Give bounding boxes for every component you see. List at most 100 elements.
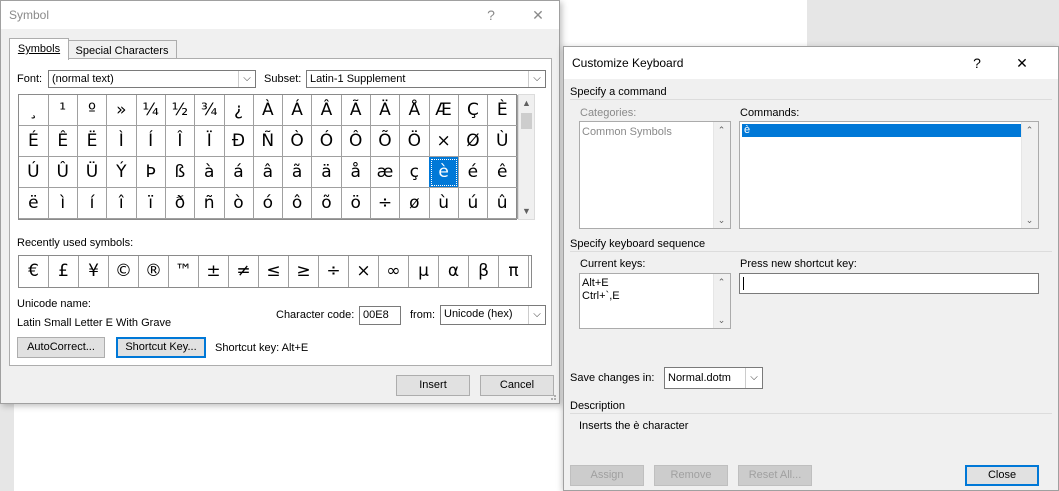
- symbol-cell[interactable]: ¿: [224, 95, 254, 126]
- symbol-cell[interactable]: ì: [48, 188, 79, 219]
- remove-button[interactable]: Remove: [654, 465, 728, 486]
- character-code-input[interactable]: 00E8: [359, 306, 401, 325]
- recent-symbol-cell[interactable]: µ: [409, 256, 439, 287]
- symbol-grid-scrollbar[interactable]: ▲ ▼: [518, 94, 535, 220]
- symbol-cell[interactable]: Ö: [399, 126, 430, 157]
- recent-symbol-cell[interactable]: £: [49, 256, 79, 287]
- symbol-cell[interactable]: Ã: [341, 95, 372, 126]
- symbol-cell[interactable]: ó: [253, 188, 284, 219]
- chevron-up-icon[interactable]: ⌃: [1022, 122, 1037, 138]
- chevron-down-icon[interactable]: ⌄: [714, 212, 729, 228]
- recent-symbol-cell[interactable]: α: [439, 256, 469, 287]
- symbol-cell[interactable]: ã: [282, 157, 313, 188]
- recent-symbol-cell[interactable]: ¥: [79, 256, 109, 287]
- recent-symbol-cell[interactable]: ©: [109, 256, 139, 287]
- symbol-cell[interactable]: Ü: [77, 157, 108, 188]
- symbol-cell[interactable]: Õ: [370, 126, 401, 157]
- symbol-cell[interactable]: Ó: [312, 126, 342, 157]
- symbol-cell[interactable]: ë: [19, 188, 49, 219]
- symbol-cell[interactable]: ¾: [194, 95, 225, 126]
- recent-symbol-cell[interactable]: ÷: [319, 256, 349, 287]
- symbol-cell[interactable]: È: [487, 95, 518, 126]
- symbol-cell[interactable]: í: [77, 188, 108, 219]
- symbol-cell[interactable]: »: [106, 95, 137, 126]
- press-new-shortcut-input[interactable]: [739, 273, 1039, 294]
- symbol-cell[interactable]: ×: [429, 126, 459, 157]
- chevron-down-icon[interactable]: ⌵: [528, 306, 545, 324]
- shortcut-key-button[interactable]: Shortcut Key...: [116, 337, 206, 358]
- symbol-cell[interactable]: Ù: [487, 126, 518, 157]
- symbol-cell[interactable]: ô: [282, 188, 313, 219]
- symbol-cell[interactable]: õ: [312, 188, 342, 219]
- resize-grip-icon[interactable]: [547, 391, 557, 401]
- symbol-cell[interactable]: Ú: [19, 157, 49, 188]
- commands-list[interactable]: è ⌃ ⌄: [739, 121, 1039, 229]
- chevron-down-icon[interactable]: ⌵: [745, 368, 762, 388]
- recent-symbol-cell[interactable]: ×: [349, 256, 379, 287]
- symbol-cell[interactable]: î: [106, 188, 137, 219]
- help-icon[interactable]: ?: [481, 5, 501, 25]
- symbol-cell[interactable]: ¸: [19, 95, 49, 126]
- recent-symbol-cell[interactable]: ≥: [289, 256, 319, 287]
- symbol-cell[interactable]: Ä: [370, 95, 401, 126]
- symbol-cell[interactable]: û: [487, 188, 518, 219]
- current-keys-scrollbar[interactable]: ⌃ ⌄: [713, 274, 730, 328]
- recent-symbol-cell[interactable]: ®: [139, 256, 169, 287]
- symbol-cell[interactable]: ï: [136, 188, 166, 219]
- symbol-cell[interactable]: Ø: [458, 126, 489, 157]
- symbol-cell[interactable]: è: [429, 157, 459, 188]
- chevron-up-icon[interactable]: ⌃: [714, 274, 729, 290]
- reset-all-button[interactable]: Reset All...: [738, 465, 812, 486]
- symbol-cell[interactable]: ø: [399, 188, 430, 219]
- symbol-cell[interactable]: Ë: [77, 126, 108, 157]
- symbol-cell[interactable]: ½: [165, 95, 196, 126]
- symbol-cell[interactable]: Æ: [429, 95, 459, 126]
- scroll-thumb[interactable]: [521, 113, 532, 129]
- symbol-cell[interactable]: ¹: [48, 95, 79, 126]
- chevron-up-icon[interactable]: ⌃: [714, 122, 729, 138]
- symbol-cell[interactable]: Í: [136, 126, 166, 157]
- symbol-grid[interactable]: ¸ ¹ º» ¼ ½ ¾ ¿ À Á Â Ã Ä Å Æ Ç È É Ê Ë Ì Í Î Ï Ð Ñ Ò Ó Ô Õ Ö × Ø Ù Ú Û Ü Ý Þß…: [18, 94, 518, 220]
- keyboard-titlebar[interactable]: Customize Keyboard ? ✕: [564, 47, 1058, 79]
- symbol-cell[interactable]: ¼: [136, 95, 166, 126]
- symbol-cell[interactable]: ð: [165, 188, 196, 219]
- recent-symbol-cell[interactable]: β: [469, 256, 499, 287]
- scroll-down-icon[interactable]: ▼: [519, 203, 534, 219]
- symbol-cell[interactable]: Ô: [341, 126, 372, 157]
- chevron-down-icon[interactable]: ⌵: [528, 71, 545, 87]
- recent-symbol-cell[interactable]: π: [499, 256, 529, 287]
- command-item-selected[interactable]: è: [742, 124, 1022, 137]
- commands-scrollbar[interactable]: ⌃ ⌄: [1021, 122, 1038, 228]
- symbol-cell[interactable]: Ñ: [253, 126, 284, 157]
- insert-button[interactable]: Insert: [396, 375, 470, 396]
- current-key-item[interactable]: Ctrl+`,E: [582, 290, 620, 303]
- assign-button[interactable]: Assign: [570, 465, 644, 486]
- save-changes-select[interactable]: Normal.dotm ⌵: [664, 367, 763, 389]
- category-item[interactable]: Common Symbols: [582, 126, 672, 139]
- symbol-cell[interactable]: Ì: [106, 126, 137, 157]
- symbol-cell[interactable]: á: [224, 157, 254, 188]
- symbol-cell[interactable]: À: [253, 95, 284, 126]
- symbol-cell[interactable]: Ò: [282, 126, 313, 157]
- symbol-cell[interactable]: ä: [312, 157, 342, 188]
- close-icon[interactable]: ✕: [1012, 53, 1032, 73]
- symbol-cell[interactable]: Å: [399, 95, 430, 126]
- symbol-cell[interactable]: æ: [370, 157, 401, 188]
- symbol-cell[interactable]: ÷: [370, 188, 401, 219]
- cancel-button[interactable]: Cancel: [480, 375, 554, 396]
- recent-symbol-cell[interactable]: ™: [169, 256, 199, 287]
- symbol-cell[interactable]: Î: [165, 126, 196, 157]
- autocorrect-button[interactable]: AutoCorrect...: [17, 337, 105, 358]
- recent-symbol-cell[interactable]: €: [19, 256, 49, 287]
- categories-list[interactable]: Common Symbols ⌃ ⌄: [579, 121, 731, 229]
- symbol-cell[interactable]: à: [194, 157, 225, 188]
- tab-symbols[interactable]: Symbols: [9, 38, 69, 60]
- symbol-cell[interactable]: ß: [165, 157, 196, 188]
- current-key-item[interactable]: Alt+E: [582, 277, 609, 290]
- categories-scrollbar[interactable]: ⌃ ⌄: [713, 122, 730, 228]
- symbol-cell[interactable]: é: [458, 157, 489, 188]
- symbol-cell[interactable]: Ç: [458, 95, 489, 126]
- symbol-cell[interactable]: ñ: [194, 188, 225, 219]
- symbol-cell[interactable]: Â: [312, 95, 342, 126]
- recent-symbol-cell[interactable]: ∞: [379, 256, 409, 287]
